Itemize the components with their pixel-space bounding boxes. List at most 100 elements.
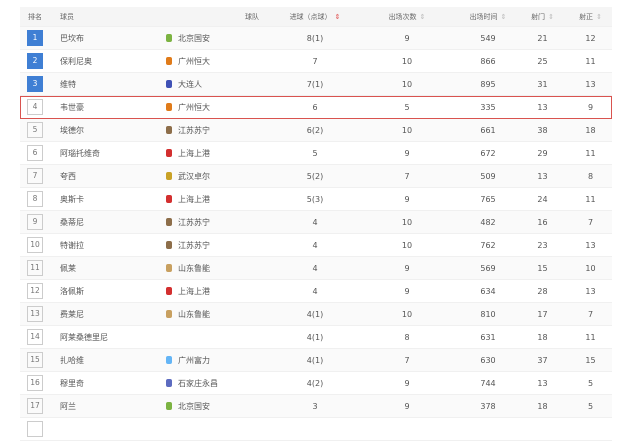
team-cell[interactable]: 山东鲁能 [166, 257, 210, 279]
team-cell[interactable]: 石家庄永昌 [166, 372, 218, 394]
team-cell[interactable]: 广州恒大 [166, 96, 210, 118]
minutes-cell: 631 [480, 332, 496, 342]
team-cell[interactable]: 北京国安 [166, 395, 210, 417]
team-logo-icon [166, 149, 172, 157]
minutes-cell: 762 [480, 240, 496, 250]
header-minutes[interactable]: 出场时间 ⇕ [448, 7, 528, 26]
table-row[interactable]: 11 佩莱 山东鲁能 4 9 569 15 10 [20, 257, 612, 280]
team-cell[interactable]: 北京国安 [166, 27, 210, 49]
goals-cell: 4(1) [306, 332, 324, 342]
rank-badge: 16 [27, 375, 43, 391]
table-row[interactable]: 10 特谢拉 江苏苏宁 4 10 762 23 13 [20, 234, 612, 257]
table-row[interactable]: 14 阿莱桑德里尼 4(1) 8 631 18 11 [20, 326, 612, 349]
player-name[interactable]: 韦世豪 [60, 96, 84, 118]
team-cell[interactable]: 江苏苏宁 [166, 211, 210, 233]
rank-cell: 4 [27, 96, 43, 118]
shots-cell: 13 [537, 378, 548, 388]
header-goals[interactable]: 进球（点球） ⇕ [275, 7, 355, 26]
team-cell[interactable]: 大连人 [166, 73, 202, 95]
team-logo-icon [166, 103, 172, 111]
team-logo-icon [166, 126, 172, 134]
team-logo-icon [166, 57, 172, 65]
team-name: 山东鲁能 [178, 263, 210, 273]
header-on-target[interactable]: 射正 ⇕ [568, 7, 613, 26]
table-row[interactable]: 2 保利尼奥 广州恒大 7 10 866 25 11 [20, 50, 612, 73]
minutes-cell: 895 [480, 79, 496, 89]
team-cell[interactable]: 上海上港 [166, 142, 210, 164]
player-name[interactable]: 奥斯卡 [60, 188, 84, 210]
team-cell[interactable]: 江苏苏宁 [166, 119, 210, 141]
table-row[interactable]: 1 巴坎布 北京国安 8(1) 9 549 21 12 [20, 27, 612, 50]
player-name[interactable]: 阿兰 [60, 395, 76, 417]
player-name[interactable]: 佩莱 [60, 257, 76, 279]
team-name: 上海上港 [178, 194, 210, 204]
team-cell[interactable]: 上海上港 [166, 188, 210, 210]
table-row[interactable]: 9 桑蒂尼 江苏苏宁 4 10 482 16 7 [20, 211, 612, 234]
on-target-cell: 11 [585, 332, 596, 342]
rank-cell: 13 [27, 303, 43, 325]
header-shots[interactable]: 射门 ⇕ [520, 7, 565, 26]
table-row[interactable] [20, 418, 612, 441]
team-cell[interactable]: 山东鲁能 [166, 303, 210, 325]
table-row[interactable]: 15 扎哈维 广州富力 4(1) 7 630 37 15 [20, 349, 612, 372]
table-row[interactable]: 12 洛佩斯 上海上港 4 9 634 28 13 [20, 280, 612, 303]
player-name[interactable]: 巴坎布 [60, 27, 84, 49]
team-cell[interactable]: 武汉卓尔 [166, 165, 210, 187]
rank-badge: 15 [27, 352, 43, 368]
team-cell[interactable]: 江苏苏宁 [166, 234, 210, 256]
sort-icon[interactable]: ⇕ [420, 13, 426, 21]
rank-badge: 1 [27, 30, 43, 46]
on-target-cell: 18 [585, 125, 596, 135]
table-row[interactable]: 4 韦世豪 广州恒大 6 5 335 13 9 [20, 96, 612, 119]
on-target-cell: 5 [587, 378, 594, 388]
sort-icon[interactable]: ⇕ [596, 13, 602, 21]
sort-icon[interactable]: ⇕ [548, 13, 554, 21]
player-name[interactable]: 阿瑙托维奇 [60, 142, 100, 164]
rank-cell: 6 [27, 142, 43, 164]
goals-cell: 8(1) [306, 33, 324, 43]
goals-cell: 4(2) [306, 378, 324, 388]
team-name: 广州恒大 [178, 56, 210, 66]
shots-cell: 28 [537, 286, 548, 296]
table-row[interactable]: 7 夸西 武汉卓尔 5(2) 7 509 13 8 [20, 165, 612, 188]
player-name[interactable]: 洛佩斯 [60, 280, 84, 302]
rank-cell: 2 [27, 50, 43, 72]
player-name[interactable]: 保利尼奥 [60, 50, 92, 72]
player-name[interactable]: 埃德尔 [60, 119, 84, 141]
table-row[interactable]: 3 维特 大连人 7(1) 10 895 31 13 [20, 73, 612, 96]
player-name[interactable]: 特谢拉 [60, 234, 84, 256]
player-name[interactable]: 扎哈维 [60, 349, 84, 371]
table-row[interactable]: 16 穆里奇 石家庄永昌 4(2) 9 744 13 5 [20, 372, 612, 395]
table-row[interactable]: 8 奥斯卡 上海上港 5(3) 9 765 24 11 [20, 188, 612, 211]
player-name[interactable]: 维特 [60, 73, 76, 95]
player-name[interactable]: 穆里奇 [60, 372, 84, 394]
table-row[interactable]: 6 阿瑙托维奇 上海上港 5 9 672 29 11 [20, 142, 612, 165]
rank-cell: 8 [27, 188, 43, 210]
team-cell[interactable]: 广州富力 [166, 349, 210, 371]
table-row[interactable]: 5 埃德尔 江苏苏宁 6(2) 10 661 38 18 [20, 119, 612, 142]
goals-cell: 4(1) [306, 355, 324, 365]
table-row[interactable]: 13 费莱尼 山东鲁能 4(1) 10 810 17 7 [20, 303, 612, 326]
sort-icon[interactable]: ⇕ [501, 13, 507, 21]
shots-cell: 18 [537, 332, 548, 342]
on-target-cell: 11 [585, 56, 596, 66]
player-name[interactable]: 夸西 [60, 165, 76, 187]
shots-cell: 13 [537, 171, 548, 181]
minutes-cell: 810 [480, 309, 496, 319]
team-cell[interactable]: 广州恒大 [166, 50, 210, 72]
player-name[interactable]: 桑蒂尼 [60, 211, 84, 233]
team-logo-icon [166, 218, 172, 226]
rank-badge: 12 [27, 283, 43, 299]
table-row[interactable]: 17 阿兰 北京国安 3 9 378 18 5 [20, 395, 612, 418]
sort-icon[interactable]: ⇕ [335, 13, 341, 21]
header-rank: 排名 [28, 12, 42, 21]
team-logo-icon [166, 34, 172, 42]
rank-cell: 17 [27, 395, 43, 417]
team-name: 大连人 [178, 79, 202, 89]
player-name[interactable]: 费莱尼 [60, 303, 84, 325]
player-name[interactable]: 阿莱桑德里尼 [60, 326, 108, 348]
header-apps[interactable]: 出场次数 ⇕ [367, 7, 447, 26]
team-name: 石家庄永昌 [178, 378, 218, 388]
team-cell[interactable]: 上海上港 [166, 280, 210, 302]
minutes-cell: 549 [480, 33, 496, 43]
